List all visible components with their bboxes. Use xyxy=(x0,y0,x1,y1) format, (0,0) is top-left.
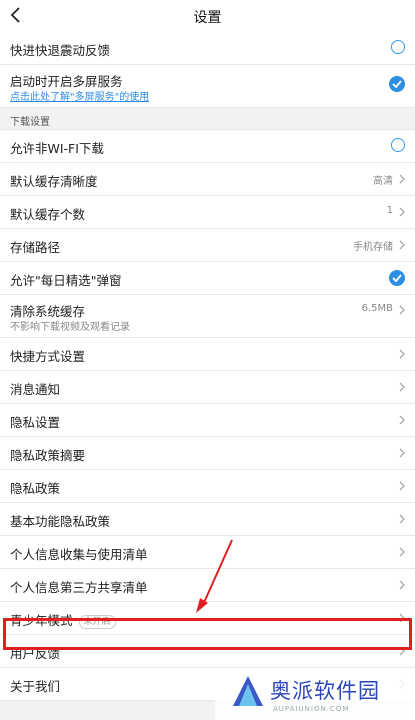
settings-row-7[interactable]: 允许"每日精选"弹窗 xyxy=(0,262,415,295)
red-arrow-annotation xyxy=(196,539,233,613)
help-link[interactable]: 点击此处了解"多屏服务"的使用 xyxy=(10,88,149,103)
settings-row-4[interactable]: 默认缓存清晰度 高清 xyxy=(0,163,415,196)
row-label-text: 个人信息收集与使用清单 xyxy=(10,547,148,562)
chevron-right-icon xyxy=(399,349,405,359)
row-value: 1 xyxy=(386,205,393,216)
row-label: 消息通知 xyxy=(10,379,60,398)
header: 设置 xyxy=(0,0,415,33)
row-label-text: 隐私设置 xyxy=(10,415,61,430)
chevron-right-icon xyxy=(399,514,405,524)
row-label: 基本功能隐私政策 xyxy=(10,511,110,530)
row-label: 允许非WI-FI下载 xyxy=(10,138,104,157)
row-label-text: 启动时开启多屏服务 xyxy=(10,74,123,89)
row-label-text: 关于我们 xyxy=(10,679,61,694)
section-label: 下载设置 xyxy=(10,117,50,128)
settings-row-8[interactable]: 清除系统缓存不影响下载视频及观看记录 6.5MB xyxy=(0,295,415,338)
settings-row-1[interactable]: 启动时开启多屏服务 点击此处了解"多屏服务"的使用 xyxy=(0,65,415,108)
row-label-text: 允许"每日精选"弹窗 xyxy=(10,273,122,288)
row-subtitle: 不影响下载视频及观看记录 xyxy=(10,322,130,333)
chevron-right-icon xyxy=(399,207,405,217)
row-label: 隐私政策 xyxy=(10,478,60,497)
row-label: 默认缓存个数 xyxy=(10,204,85,223)
settings-row-6[interactable]: 存储路径 手机存储 xyxy=(0,229,415,262)
row-label-text: 基本功能隐私政策 xyxy=(10,514,111,529)
row-label-text: 快捷方式设置 xyxy=(10,349,86,364)
row-label-text: 存储路径 xyxy=(10,240,61,255)
toggle-checked-icon[interactable] xyxy=(389,270,405,286)
settings-row-0[interactable]: 快进快退震动反馈 xyxy=(0,32,415,65)
row-label: 关于我们 xyxy=(10,676,60,695)
row-label-text: 默认缓存个数 xyxy=(10,207,86,222)
settings-row-9[interactable]: 快捷方式设置 xyxy=(0,338,415,371)
row-label: 隐私设置 xyxy=(10,412,60,431)
row-label-text: 个人信息第三方共享清单 xyxy=(10,580,148,595)
settings-row-10[interactable]: 消息通知 xyxy=(0,371,415,404)
chevron-right-icon xyxy=(399,305,405,315)
settings-row-12[interactable]: 隐私政策摘要 xyxy=(0,437,415,470)
row-label: 隐私政策摘要 xyxy=(10,445,85,464)
row-label: 允许"每日精选"弹窗 xyxy=(10,270,122,289)
chevron-right-icon xyxy=(399,174,405,184)
row-label: 快进快退震动反馈 xyxy=(10,40,110,59)
chevron-right-icon xyxy=(399,481,405,491)
watermark-logo-icon xyxy=(233,676,263,706)
row-value: 6.5MB xyxy=(361,303,393,314)
row-label-text: 默认缓存清晰度 xyxy=(10,174,98,189)
toggle-checked-icon[interactable] xyxy=(389,76,405,92)
row-value: 高清 xyxy=(373,176,393,187)
row-label: 个人信息第三方共享清单 xyxy=(10,577,148,596)
section-header: 下载设置 xyxy=(0,108,415,130)
row-label-text: 清除系统缓存 xyxy=(10,304,86,319)
row-label: 快捷方式设置 xyxy=(10,346,85,365)
settings-row-13[interactable]: 隐私政策 xyxy=(0,470,415,503)
row-label: 默认缓存清晰度 xyxy=(10,171,98,190)
row-label-text: 快进快退震动反馈 xyxy=(10,43,111,58)
row-value: 手机存储 xyxy=(353,242,393,253)
row-label-text: 消息通知 xyxy=(10,382,61,397)
chevron-right-icon xyxy=(399,580,405,590)
settings-row-14[interactable]: 基本功能隐私政策 xyxy=(0,503,415,536)
row-label: 个人信息收集与使用清单 xyxy=(10,544,148,563)
watermark-text: 奥派软件园 xyxy=(270,679,380,703)
toggle-unchecked-icon[interactable] xyxy=(391,138,405,152)
watermark: 奥派软件园 AUPAIUNION.COM xyxy=(215,668,415,720)
chevron-right-icon xyxy=(399,240,405,250)
page-title: 设置 xyxy=(193,10,222,26)
chevron-right-icon xyxy=(399,448,405,458)
settings-row-11[interactable]: 隐私设置 xyxy=(0,404,415,437)
chevron-right-icon xyxy=(399,547,405,557)
watermark-subtext: AUPAIUNION.COM xyxy=(273,705,350,713)
highlight-box xyxy=(3,618,412,650)
chevron-right-icon xyxy=(399,382,405,392)
settings-row-5[interactable]: 默认缓存个数 1 xyxy=(0,196,415,229)
toggle-unchecked-icon[interactable] xyxy=(391,40,405,54)
chevron-right-icon xyxy=(399,415,405,425)
row-label-text: 允许非WI-FI下载 xyxy=(10,141,104,156)
row-label-text: 隐私政策 xyxy=(10,481,61,496)
row-label-text: 隐私政策摘要 xyxy=(10,448,86,463)
settings-row-3[interactable]: 允许非WI-FI下载 xyxy=(0,130,415,163)
row-label: 存储路径 xyxy=(10,237,60,256)
